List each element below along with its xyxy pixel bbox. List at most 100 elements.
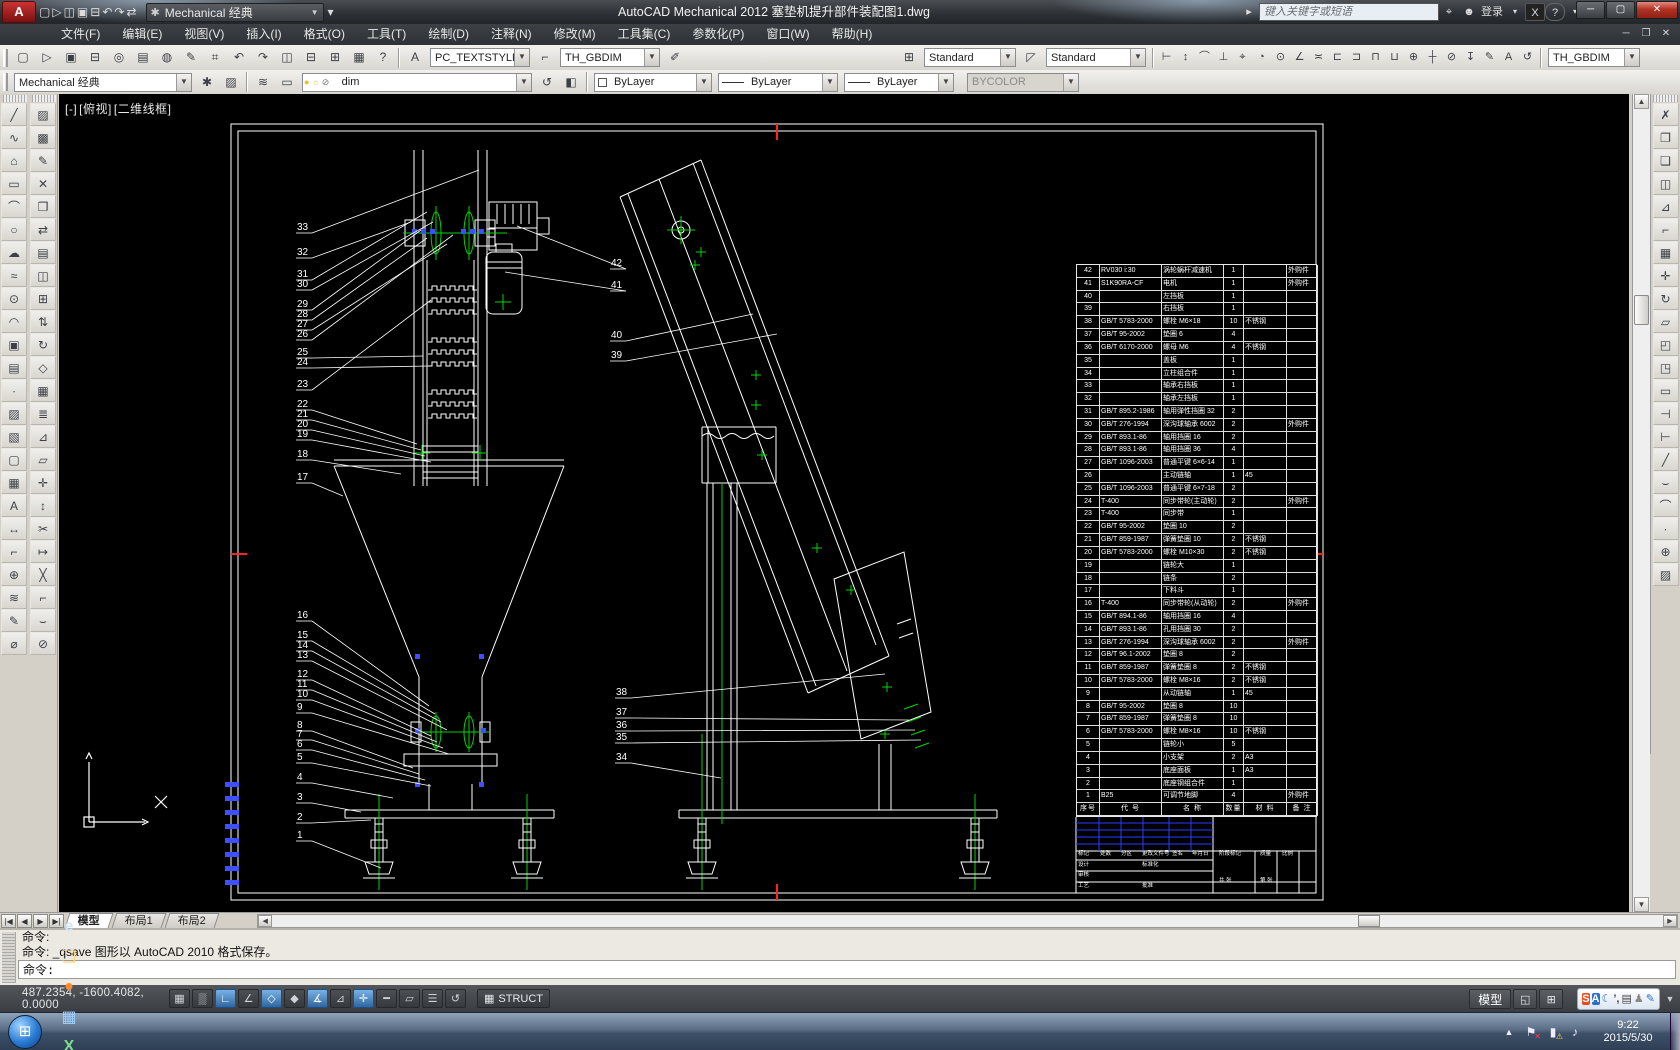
save-icon[interactable]: ▣ (77, 5, 88, 19)
table2-icon[interactable]: ▦ (30, 379, 56, 402)
layer-previous-icon[interactable]: ↺ (536, 72, 558, 93)
rotate2-icon[interactable]: ↻ (30, 333, 56, 356)
command-window-grip[interactable] (2, 932, 16, 983)
array-icon[interactable]: ▦ (1652, 241, 1679, 264)
ime-mode-icon[interactable]: A (1591, 992, 1600, 1005)
dim-edit-icon[interactable]: ✎ (1480, 47, 1499, 68)
extend2-icon[interactable]: ↦ (30, 540, 56, 563)
workspace-combo[interactable]: Mechanical 经典 ▼ (14, 72, 192, 92)
polyline-icon[interactable]: ∿ (1, 126, 27, 149)
lwt-toggle[interactable]: ━ (376, 989, 397, 1008)
dim-arc-icon[interactable]: ⌒ (1195, 47, 1214, 68)
application-button[interactable]: A (2, 1, 36, 23)
menu-item[interactable]: 工具(T) (356, 24, 417, 45)
section-icon[interactable]: ▱ (30, 448, 56, 471)
dim-quick-icon[interactable]: ≍ (1309, 47, 1328, 68)
line-icon[interactable]: ╱ (1, 103, 27, 126)
calculator-icon[interactable]: ▦ (348, 47, 370, 68)
chevron-down-icon[interactable]: ▼ (1000, 49, 1015, 66)
chamfer2-icon[interactable]: ⌐ (30, 586, 56, 609)
style-edit-icon[interactable]: ✐ (664, 47, 686, 68)
struct-button[interactable]: ▦ STRUCT (477, 989, 551, 1008)
gradient2-icon[interactable]: ▩ (30, 126, 56, 149)
signin-user-icon[interactable]: ☻ (1459, 3, 1479, 21)
network-icon[interactable]: ▮ ⚠ (1542, 1025, 1564, 1041)
dim-textedit-icon[interactable]: A (1499, 47, 1518, 68)
redo-icon[interactable]: ↷ (114, 5, 124, 19)
explode2-icon[interactable]: ⊘ (30, 632, 56, 655)
workspace-settings-icon[interactable]: ✱ (196, 72, 218, 93)
text-style-combo[interactable]: PC_TEXTSTYLE ▼ (430, 48, 530, 67)
doc-minimize-icon[interactable]: ─ (1616, 24, 1636, 44)
mleader-style-combo[interactable]: Standard ▼ (1046, 48, 1146, 67)
dim-space-icon[interactable]: ⊓ (1366, 47, 1385, 68)
osnap3d-toggle[interactable]: ◆ (284, 989, 305, 1008)
detail-icon[interactable]: ✎ (1, 609, 27, 632)
restore-button[interactable]: ▢ (1606, 1, 1635, 19)
extend-icon[interactable]: ⊣ (1652, 402, 1679, 425)
show-desktop-button[interactable] (1670, 1012, 1680, 1050)
menu-item[interactable]: 绘制(D) (417, 24, 480, 45)
redline-icon[interactable]: ✎ (30, 149, 56, 172)
undo-icon[interactable]: ↶ (228, 47, 250, 68)
toolbar-grip[interactable] (3, 95, 27, 102)
menu-item[interactable]: 注释(N) (480, 24, 543, 45)
copy2-icon[interactable]: ❐ (30, 195, 56, 218)
toolbar-grip[interactable] (3, 73, 8, 91)
point-icon[interactable]: ∙ (1, 379, 27, 402)
signin-chevron-icon[interactable]: ▾ (1505, 3, 1525, 21)
layer-isolate-icon[interactable]: ◧ (560, 72, 582, 93)
snap-toggle[interactable]: ▦ (169, 989, 190, 1008)
horizontal-scroll-thumb[interactable] (1358, 914, 1381, 927)
gradient-icon[interactable]: ▧ (1, 425, 27, 448)
infocenter-expand-icon[interactable]: ▸ (1239, 3, 1259, 21)
table-style-combo[interactable]: Standard ▼ (924, 48, 1016, 67)
publish-icon[interactable]: ▤ (132, 47, 154, 68)
dim-linear-icon[interactable]: ⊢ (1157, 47, 1176, 68)
new-icon[interactable]: ▢ (39, 5, 50, 19)
exchange-icon[interactable]: X (1525, 3, 1545, 21)
statusbar-menu-icon[interactable]: ▼ (1663, 994, 1677, 1004)
matchprop-icon[interactable]: ✎ (180, 47, 202, 68)
stretch-icon[interactable]: ◰ (1652, 333, 1679, 356)
color-combo[interactable]: ByLayer ▼ (594, 72, 712, 92)
fillet2-icon[interactable]: ⌣ (30, 609, 56, 632)
taskbar-explorer-icon[interactable]: ❏ (50, 942, 88, 972)
mtext-icon[interactable]: A (1, 494, 27, 517)
undo-icon[interactable]: ↶ (102, 5, 112, 19)
viewport-menu[interactable]: [-] (65, 102, 77, 116)
menu-item[interactable]: 帮助(H) (821, 24, 884, 45)
blend-icon[interactable]: ⊕ (1652, 540, 1679, 563)
preview-icon[interactable]: ◎ (108, 47, 130, 68)
model-space-button[interactable]: 模型 (1469, 988, 1512, 1009)
command-input[interactable]: 命令: (18, 960, 1676, 979)
vertical-scrollbar[interactable]: ▲ ▼ (1632, 94, 1650, 912)
layer-combo[interactable]: ● ☼ ⊘ □ dim ▼ (302, 72, 532, 92)
viewport-visual-style-control[interactable]: [二维线框] (114, 102, 172, 116)
osnap-toggle[interactable]: ◇ (261, 989, 282, 1008)
region-icon[interactable]: ▢ (1, 448, 27, 471)
tray-expand-icon[interactable]: ▲ (1498, 1027, 1520, 1037)
menu-item[interactable]: 参数化(P) (681, 24, 755, 45)
mech-copy-icon[interactable]: ◫ (1652, 172, 1679, 195)
mleader-style-icon[interactable]: ◸ (1020, 47, 1042, 68)
first-tab-icon[interactable]: |◀ (1, 913, 16, 928)
erase2-icon[interactable]: ✕ (30, 172, 56, 195)
tile-vert-icon[interactable]: ◫ (276, 47, 298, 68)
taskbar-appbox-icon[interactable]: ▦ (50, 1002, 88, 1032)
3ddwf-icon[interactable]: ◍ (156, 47, 178, 68)
insert-block-icon[interactable]: ▣ (1, 333, 27, 356)
vertical-scroll-thumb[interactable] (1634, 295, 1649, 325)
hatch2-icon[interactable]: ▨ (30, 103, 56, 126)
dyn-toggle[interactable]: ✛ (353, 989, 374, 1008)
menu-item[interactable]: 插入(I) (235, 24, 292, 45)
dim-ordinate-icon[interactable]: ⊥ (1214, 47, 1233, 68)
doc-restore-icon[interactable]: ❐ (1636, 24, 1656, 44)
hatch-icon[interactable]: ▨ (1, 402, 27, 425)
revcloud-icon[interactable]: ☁ (1, 241, 27, 264)
ellipse-icon[interactable]: ⊙ (1, 287, 27, 310)
make-block-icon[interactable]: ▤ (1, 356, 27, 379)
new-icon[interactable]: ▢ (12, 47, 34, 68)
rectangle-icon[interactable]: ▭ (1, 172, 27, 195)
scroll-down-icon[interactable]: ▼ (1634, 897, 1649, 912)
